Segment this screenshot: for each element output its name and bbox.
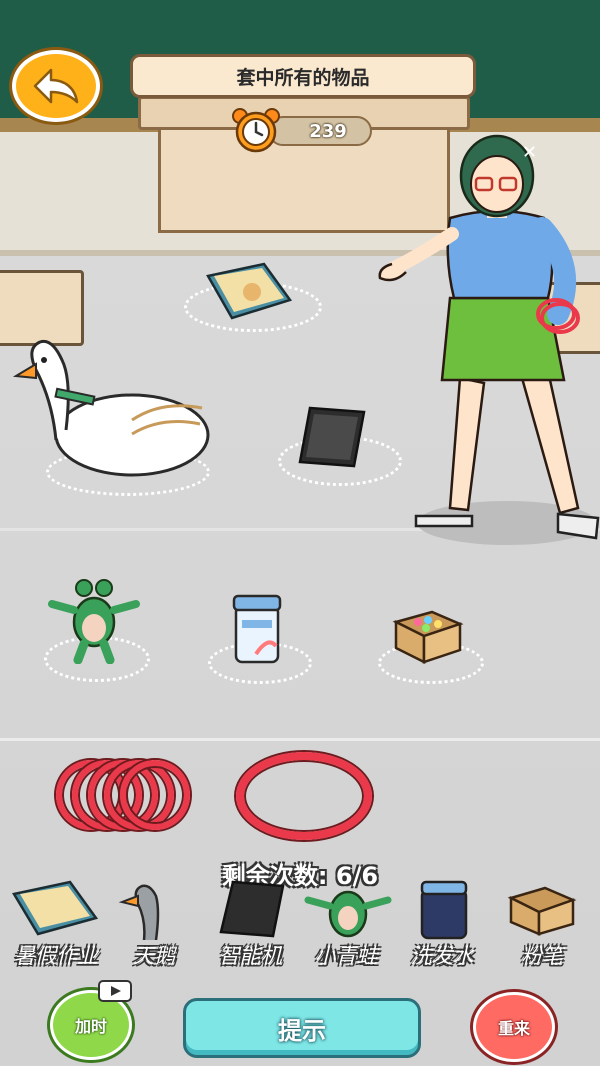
- hint-button[interactable]: 提示: [183, 998, 421, 1058]
- floor-line: [0, 738, 600, 741]
- target-little-frog-icon: [300, 880, 396, 940]
- target-label: 洗发水: [410, 944, 474, 968]
- little-frog-item[interactable]: [48, 576, 140, 664]
- target-swan-icon: [108, 880, 204, 940]
- summer-homework-item[interactable]: [202, 262, 294, 322]
- shampoo-item[interactable]: [230, 594, 284, 666]
- target-label: 暑假作业: [14, 944, 98, 968]
- back-arrow-icon: [33, 68, 79, 104]
- chalk-box-item[interactable]: [392, 602, 464, 664]
- teacher-character: ✕: [378, 134, 600, 545]
- alarm-clock-icon: [232, 108, 280, 153]
- active-ring[interactable]: [236, 752, 372, 840]
- level-objective-title: 套中所有的物品: [130, 54, 476, 98]
- target-summer-homework-icon: [6, 880, 102, 940]
- target-label: 粉笔: [521, 944, 563, 968]
- target-label: 小青蛙: [314, 944, 378, 968]
- ring-stack: [120, 760, 190, 830]
- restart-button[interactable]: 重来: [473, 992, 555, 1062]
- video-ad-icon: [98, 980, 132, 1002]
- target-smartphone-icon: [204, 880, 300, 940]
- back-button[interactable]: [12, 50, 100, 122]
- target-chalk-icon: [494, 880, 590, 940]
- svg-text:✕: ✕: [522, 142, 537, 163]
- smartphone-item[interactable]: [296, 404, 370, 470]
- swan-item[interactable]: [12, 330, 216, 480]
- target-label: 智能机: [218, 944, 282, 968]
- target-label: 天鹅: [133, 944, 175, 968]
- target-shampoo-icon: [396, 880, 492, 940]
- timer-display: 239: [268, 116, 372, 146]
